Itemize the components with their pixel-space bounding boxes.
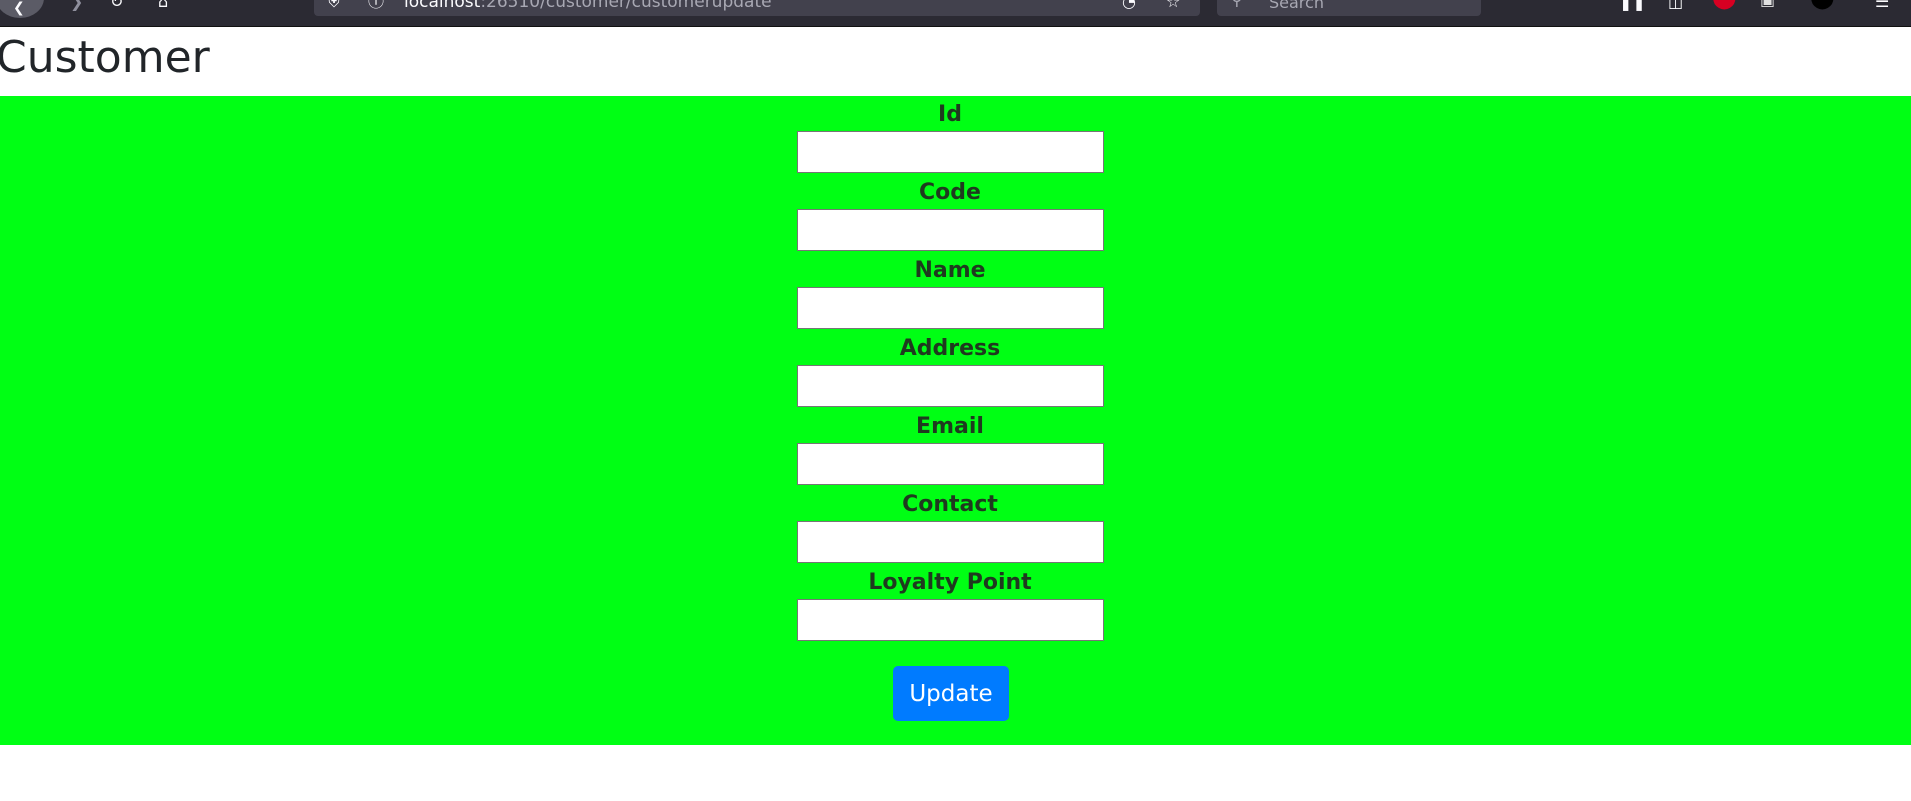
address-label: Address <box>899 336 1001 361</box>
field-contact: Contact <box>0 486 1911 564</box>
email-label: Email <box>916 414 984 439</box>
contact-input[interactable] <box>797 521 1104 563</box>
loyalty-point-label: Loyalty Point <box>868 570 1032 595</box>
email-input[interactable] <box>797 443 1104 485</box>
browser-toolbar: ❮ ❯ ↻ ⌂ ⛨ ⓘ localhost:26510/customer/cus… <box>0 0 1911 27</box>
id-input[interactable] <box>797 131 1104 173</box>
page-title: Customer <box>0 32 210 83</box>
name-label: Name <box>914 258 986 283</box>
contact-label: Contact <box>902 492 998 517</box>
search-icon: ⚲ <box>1231 0 1243 8</box>
extension-icon[interactable]: ⬤ <box>1712 0 1737 9</box>
sidebar-icon[interactable]: ◫ <box>1668 0 1683 10</box>
id-label: Id <box>938 102 962 127</box>
library-icon[interactable]: ❚❚ <box>1619 0 1646 10</box>
search-placeholder: Search <box>1269 0 1324 12</box>
loyalty-point-input[interactable] <box>797 599 1104 641</box>
extension-icon[interactable]: ▣ <box>1760 0 1775 8</box>
name-input[interactable] <box>797 287 1104 329</box>
reload-icon[interactable]: ↻ <box>110 0 123 10</box>
back-button[interactable]: ❮ <box>0 0 44 18</box>
field-address: Address <box>0 330 1911 408</box>
code-input[interactable] <box>797 209 1104 251</box>
back-icon: ❮ <box>13 0 25 16</box>
field-code: Code <box>0 174 1911 252</box>
customer-form-panel: Id Code Name Address Email Contact Loyal… <box>0 96 1911 745</box>
search-bar[interactable]: ⚲ Search <box>1217 0 1481 16</box>
address-input[interactable] <box>797 365 1104 407</box>
menu-icon[interactable]: ☰ <box>1875 0 1889 10</box>
info-icon[interactable]: ⓘ <box>368 0 384 10</box>
field-loyalty-point: Loyalty Point <box>0 564 1911 642</box>
field-id: Id <box>0 96 1911 174</box>
url-bar[interactable]: ⛨ ⓘ localhost:26510/customer/customerupd… <box>314 0 1200 16</box>
bookmark-star-icon[interactable]: ☆ <box>1166 0 1180 10</box>
field-name: Name <box>0 252 1911 330</box>
reader-icon[interactable]: ◔ <box>1122 0 1136 10</box>
extension-icon[interactable]: ⬤ <box>1810 0 1835 9</box>
code-label: Code <box>919 180 981 205</box>
shield-icon[interactable]: ⛨ <box>328 0 340 10</box>
home-icon[interactable]: ⌂ <box>158 0 168 10</box>
forward-icon[interactable]: ❯ <box>70 0 83 10</box>
url-text[interactable]: localhost:26510/customer/customerupdate <box>404 0 772 12</box>
update-button[interactable]: Update <box>893 666 1009 721</box>
field-email: Email <box>0 408 1911 486</box>
